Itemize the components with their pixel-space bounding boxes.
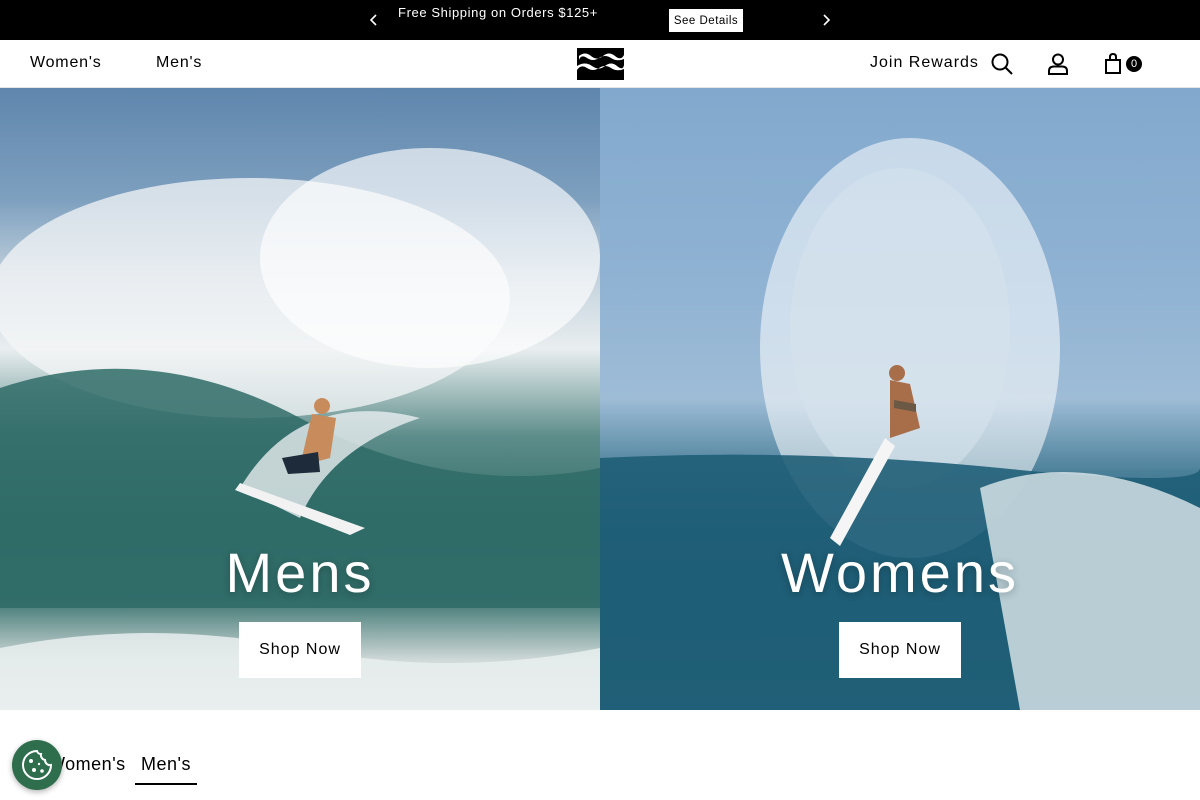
see-details-button[interactable]: See Details	[669, 9, 743, 32]
cookie-icon	[22, 749, 53, 780]
tab-mens[interactable]: Men's	[135, 754, 197, 785]
hero-mens-title: Mens	[225, 541, 375, 604]
mens-hero-image	[0, 148, 600, 710]
hero-mens[interactable]: Mens Shop Now	[0, 88, 600, 710]
join-rewards-link[interactable]: Join Rewards	[870, 54, 979, 72]
chevron-left-icon[interactable]	[362, 8, 386, 32]
shop-mens-button[interactable]: Shop Now	[239, 622, 361, 678]
account-icon[interactable]	[1046, 52, 1070, 76]
announcement-bar: Free Shipping on Orders $125+ See Detail…	[0, 0, 1200, 40]
chevron-right-icon[interactable]	[814, 8, 838, 32]
announcement-message: Free Shipping on Orders $125+	[398, 5, 598, 20]
hero-womens[interactable]: Womens Shop Now	[600, 88, 1200, 710]
hero-womens-title: Womens	[781, 541, 1019, 604]
site-header: Women's Men's Join Rewards	[0, 40, 1200, 88]
search-icon[interactable]	[990, 52, 1014, 76]
shopping-bag-icon[interactable]	[1102, 52, 1126, 76]
billabong-logo[interactable]	[577, 48, 624, 80]
shop-womens-button[interactable]: Shop Now	[839, 622, 961, 678]
category-tabs: Women's Men's	[0, 740, 1200, 800]
cookie-settings-button[interactable]	[12, 740, 62, 790]
cart-count-badge: 0	[1126, 56, 1142, 72]
nav-womens[interactable]: Women's	[30, 54, 102, 72]
nav-mens[interactable]: Men's	[156, 54, 202, 72]
womens-hero-image	[600, 138, 1200, 710]
